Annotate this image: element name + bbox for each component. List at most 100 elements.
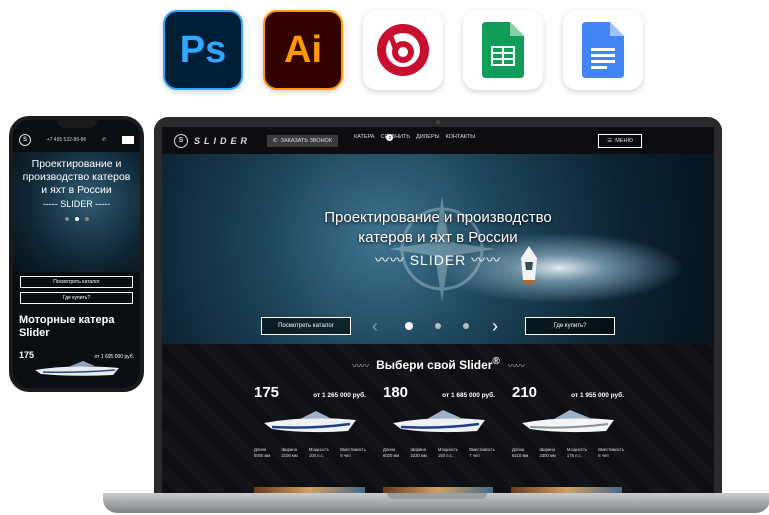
hero-brand-label: SLIDER <box>409 252 467 268</box>
model-specs: Длина 5000 мм Ширина 2100 мм Мощность 100 л… <box>254 447 366 459</box>
models-list: 175 от 1 265 000 руб. Длина 5000 мм Ширин… <box>162 372 714 459</box>
spec-capacity: Вместимость 5 чел <box>340 447 366 459</box>
models-title-label: Выбери свой Slider <box>376 358 493 372</box>
showcase: Ps Ai S +7 495 532-86-86 ✆ Проектировани… <box>0 0 769 515</box>
nav-item-compare[interactable]: СРАВНИТЬ 2 <box>380 134 410 147</box>
model-specs: Длина 6210 мм Ширина 2300 мм Мощность 175 л… <box>512 447 624 459</box>
slider-dot-active[interactable] <box>405 322 413 330</box>
model-price: от 1 955 000 руб. <box>571 392 624 399</box>
spec-value: 100 л.с. <box>308 453 324 458</box>
phone-menu-icon[interactable] <box>121 136 134 144</box>
spec-width: Ширина 2300 мм <box>539 447 555 459</box>
hero-boat-image <box>521 246 537 284</box>
phone-dot[interactable] <box>84 217 89 221</box>
hero-catalog-button[interactable]: Посмотреть каталог <box>261 317 351 335</box>
wave-ornament-icon: 〰〰 <box>352 361 369 371</box>
hero-brand: 〰〰 SLIDER 〰〰 <box>162 250 714 270</box>
laptop-camera <box>436 120 440 124</box>
odnoklassniki-logo-icon <box>377 24 429 76</box>
spec-power: Мощность 100 л.с. <box>309 447 329 459</box>
slider-dot[interactable] <box>463 323 469 329</box>
spec-length: Длина 6020 мм <box>383 447 399 459</box>
spec-length: Длина 5000 мм <box>254 447 270 459</box>
model-number: 210 <box>512 384 538 401</box>
phone-buy-button[interactable]: Где купить? <box>20 292 133 304</box>
model-boat-image[interactable] <box>262 407 358 437</box>
phone-call-icon[interactable]: ✆ <box>102 137 106 143</box>
hero-title-line2: катеров и яхт в России <box>358 229 518 246</box>
model-card-180[interactable]: 180 от 1 685 000 руб. Длина 6020 мм Ширин… <box>383 384 495 459</box>
model-header: 175 от 1 265 000 руб. <box>254 384 366 401</box>
slider-next-arrow-icon[interactable]: › <box>492 317 498 335</box>
model-boat-image[interactable] <box>520 407 616 437</box>
site-logo-mark: S <box>174 133 188 148</box>
docs-document-icon <box>582 22 624 78</box>
spec-value: 5 чел <box>340 453 351 458</box>
model-price: от 1 265 000 руб. <box>313 392 366 399</box>
phone-catalog-button[interactable]: Посмотреть каталог <box>20 276 133 288</box>
hero-buy-button[interactable]: Где купить? <box>525 317 615 335</box>
phone-logo[interactable]: S <box>19 134 31 146</box>
call-request-button[interactable]: ✆ ЗАКАЗАТЬ ЗВОНОК <box>267 134 339 147</box>
odnoklassniki-icon <box>363 10 443 90</box>
main-nav: КАТЕРА СРАВНИТЬ 2 ДИЛЕРЫ КОНТАКТЫ <box>354 134 475 147</box>
nav-item-compare-label: СРАВНИТЬ <box>380 134 410 140</box>
nav-item-boats[interactable]: КАТЕРА <box>354 134 374 147</box>
call-request-label: ЗАКАЗАТЬ ЗВОНОК <box>280 137 333 144</box>
spec-value: 8 чел <box>598 453 609 458</box>
models-section: 〰〰 Выбери свой Slider® 〰〰 175 от 1 265 000… <box>162 344 714 495</box>
phone-header: S +7 495 532-86-86 ✆ <box>13 128 140 152</box>
phone-number[interactable]: +7 495 532-86-86 <box>47 137 87 143</box>
laptop-mockup: S SLIDER ✆ ЗАКАЗАТЬ ЗВОНОК КАТЕРА СРАВНИ… <box>154 117 722 495</box>
hamburger-icon: ☰ <box>607 137 613 144</box>
spec-power: Мощность 150 л.с. <box>438 447 458 459</box>
wave-ornament-icon: 〰〰 <box>374 252 410 268</box>
phone-notch <box>56 120 97 128</box>
model-card-175[interactable]: 175 от 1 265 000 руб. Длина 5000 мм Ширин… <box>254 384 366 459</box>
phone-hero-title: Проектирование и производство катеров и … <box>22 158 131 196</box>
phone-dot[interactable] <box>64 217 69 221</box>
site-logo[interactable]: S SLIDER <box>174 133 252 148</box>
phone-screen: S +7 495 532-86-86 ✆ Проектирование и пр… <box>13 120 140 388</box>
phone-mockup: S +7 495 532-86-86 ✆ Проектирование и пр… <box>9 116 144 392</box>
hero-title-line1: Проектирование и производство <box>324 209 552 226</box>
spec-value: 2100 мм <box>281 453 298 458</box>
slider-prev-arrow-icon[interactable]: ‹ <box>372 317 378 335</box>
phone-dot-active[interactable] <box>74 217 79 221</box>
phone-hero-brand: ----- SLIDER ----- <box>42 199 111 209</box>
site-logo-word: SLIDER <box>194 135 252 146</box>
google-docs-icon <box>563 10 643 90</box>
model-boat-image[interactable] <box>391 407 487 437</box>
model-header: 180 от 1 685 000 руб. <box>383 384 495 401</box>
phone-slider-dots <box>64 217 89 221</box>
model-card-210[interactable]: 210 от 1 955 000 руб. Длина 6210 мм Ширин… <box>512 384 624 459</box>
wave-ornament-icon: 〰〰 <box>466 252 502 268</box>
phone-boat-image[interactable] <box>33 358 123 378</box>
models-title: 〰〰 Выбери свой Slider® 〰〰 <box>162 344 714 372</box>
phone-section-heading: Моторные катера Slider <box>19 314 115 339</box>
phone-model-number: 175 <box>19 350 35 360</box>
google-sheets-icon <box>463 10 543 90</box>
phone-model: 175 от 1 695 000 руб. <box>13 340 140 360</box>
nav-item-dealers[interactable]: ДИЛЕРЫ <box>416 134 440 147</box>
menu-button[interactable]: ☰ МЕНЮ <box>598 133 642 148</box>
slider-dot[interactable] <box>435 323 441 329</box>
spec-value: 175 л.с. <box>566 453 582 458</box>
spec-value: 5000 мм <box>254 453 271 458</box>
menu-label: МЕНЮ <box>615 137 633 144</box>
spec-width: Ширина 2100 мм <box>281 447 297 459</box>
registered-mark: ® <box>492 356 500 367</box>
laptop-screen: S SLIDER ✆ ЗАКАЗАТЬ ЗВОНОК КАТЕРА СРАВНИ… <box>162 127 714 495</box>
site-header: S SLIDER ✆ ЗАКАЗАТЬ ЗВОНОК КАТЕРА СРАВНИ… <box>162 127 714 154</box>
phone-icon: ✆ <box>273 137 278 144</box>
model-header: 210 от 1 955 000 руб. <box>512 384 624 401</box>
illustrator-icon: Ai <box>263 10 343 90</box>
model-number: 175 <box>254 384 280 401</box>
spec-value: 7 чел <box>469 453 480 458</box>
photoshop-label: Ps <box>179 28 227 71</box>
slider-dots <box>405 322 469 330</box>
photoshop-icon: Ps <box>163 10 243 90</box>
laptop-base <box>103 493 769 513</box>
model-price: от 1 685 000 руб. <box>442 392 495 399</box>
nav-item-contacts[interactable]: КОНТАКТЫ <box>446 134 476 147</box>
